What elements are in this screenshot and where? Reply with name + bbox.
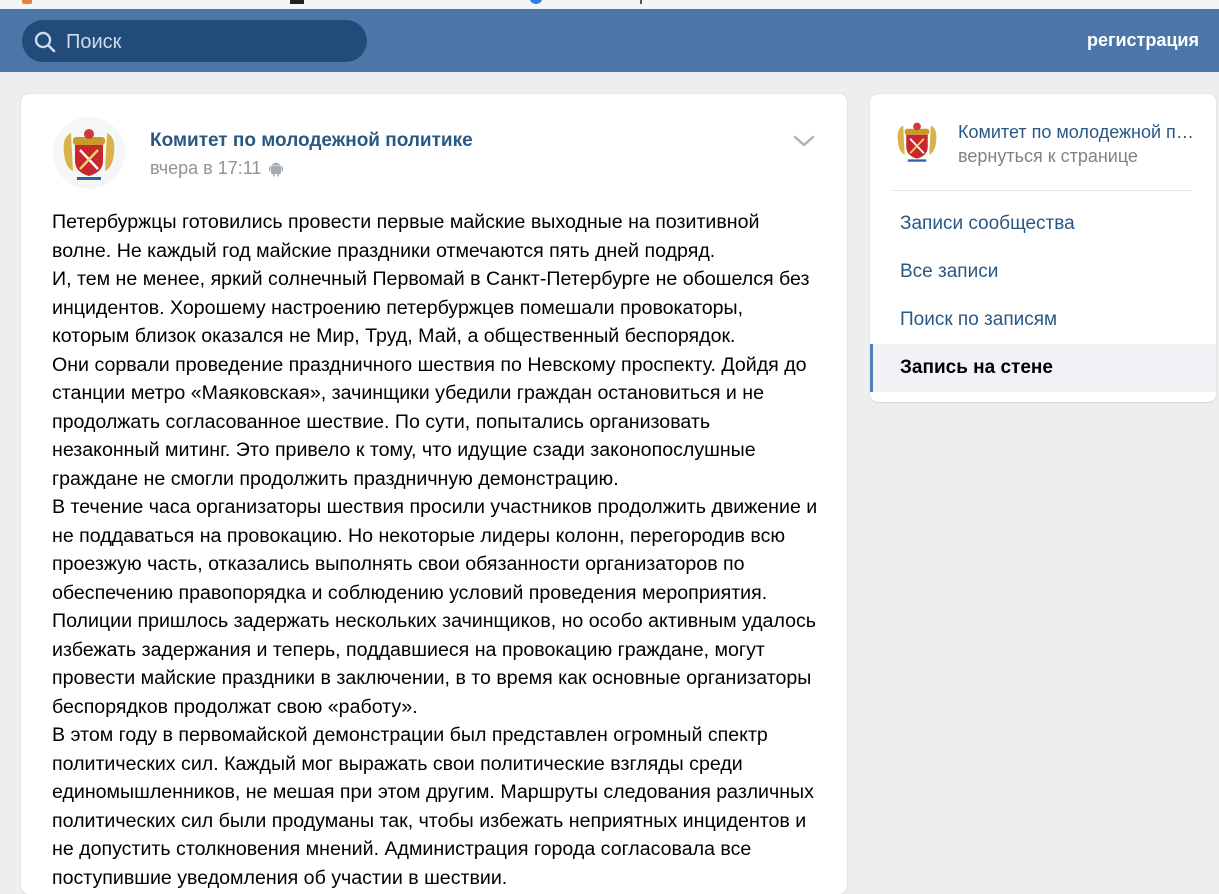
sidebar-item-all-posts[interactable]: Все записи xyxy=(870,248,1216,296)
sidebar-item-community-posts[interactable]: Записи сообщества xyxy=(870,200,1216,248)
search-box[interactable] xyxy=(22,20,367,62)
post-date-text: вчера в 17:11 xyxy=(150,158,262,178)
bookmark-icon xyxy=(22,0,32,4)
sidebar-avatar[interactable] xyxy=(892,116,942,166)
sidebar-item-wall-post[interactable]: Запись на стене xyxy=(870,344,1216,392)
wall-post: Комитет по молодежной политике вчера в 1… xyxy=(21,94,847,894)
bookmark-icon xyxy=(290,0,304,4)
post-author-link[interactable]: Комитет по молодежной политике xyxy=(150,130,473,152)
post-paragraph: В течение часа организаторы шествия прос… xyxy=(52,496,818,604)
post-paragraph: В этом году в первомайской демонстрации … xyxy=(52,724,814,889)
post-paragraph: И, тем не менее, яркий солнечный Первома… xyxy=(52,268,810,347)
sidebar-card: Комитет по молодежной политике вернуться… xyxy=(870,94,1216,402)
search-input[interactable] xyxy=(64,28,358,56)
post-paragraph: Они сорвали проведение праздничного шест… xyxy=(52,353,807,490)
post-paragraph: Полиции пришлось задержать нескольких за… xyxy=(52,610,817,718)
post-date[interactable]: вчера в 17:11 xyxy=(150,158,284,179)
coat-of-arms-logo xyxy=(63,129,115,180)
post-paragraph: Петербуржцы готовились провести первые м… xyxy=(52,211,760,262)
divider xyxy=(892,190,1192,191)
sidebar-menu: Записи сообщества Все записи Поиск по за… xyxy=(870,200,1216,392)
post-text: Петербуржцы готовились провести первые м… xyxy=(52,208,822,892)
sidebar-group-name[interactable]: Комитет по молодежной политике xyxy=(958,122,1196,143)
register-link[interactable]: регистрация xyxy=(1087,30,1199,51)
browser-toolbar-fragment xyxy=(0,0,1219,9)
post-avatar[interactable] xyxy=(53,117,125,189)
coat-of-arms-logo xyxy=(897,122,937,162)
back-to-page-link[interactable]: вернуться к странице xyxy=(958,146,1138,167)
android-icon xyxy=(269,162,284,176)
top-header: регистрация xyxy=(0,9,1219,72)
bookmark-icon xyxy=(530,0,542,4)
search-icon xyxy=(34,31,56,53)
separator xyxy=(640,0,642,4)
sidebar-item-search-posts[interactable]: Поиск по записям xyxy=(870,296,1216,344)
chevron-down-icon[interactable] xyxy=(791,132,817,150)
